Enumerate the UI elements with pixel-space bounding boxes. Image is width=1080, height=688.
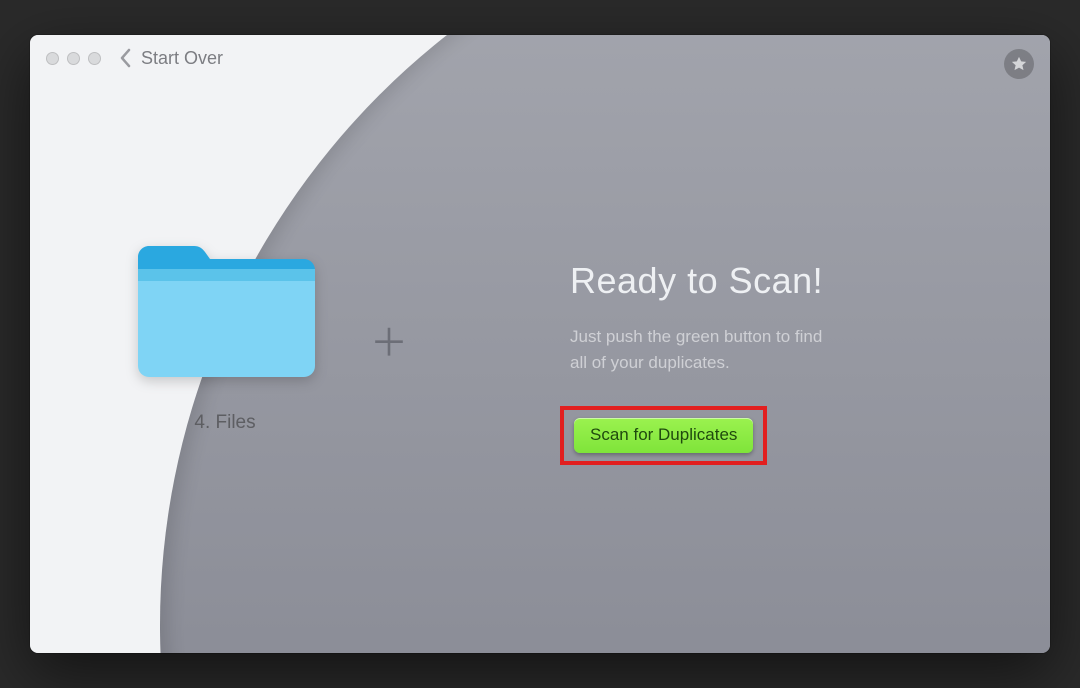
selected-folder-label: 4. Files — [120, 412, 330, 434]
app-window: Start Over 4. Files ＋ Ready to Scan! Jus… — [30, 35, 1050, 653]
folder-icon — [130, 235, 320, 390]
subtext-line-1: Just push the green button to find — [570, 327, 822, 346]
titlebar: Start Over — [30, 35, 1050, 81]
window-minimize-button[interactable] — [67, 52, 80, 65]
favorite-button[interactable] — [1004, 49, 1034, 79]
star-icon — [1010, 55, 1028, 73]
subtext: Just push the green button to find all o… — [570, 324, 823, 377]
back-button-label[interactable]: Start Over — [141, 48, 223, 69]
plus-icon: ＋ — [370, 323, 408, 365]
scan-for-duplicates-button[interactable]: Scan for Duplicates — [574, 418, 753, 453]
chevron-left-icon[interactable] — [119, 48, 133, 68]
selected-folder[interactable]: 4. Files — [120, 235, 330, 434]
scan-button-highlight: Scan for Duplicates — [560, 406, 767, 465]
add-folder-button[interactable]: ＋ — [370, 325, 408, 363]
headline-text: Ready to Scan! — [570, 260, 823, 302]
window-zoom-button[interactable] — [88, 52, 101, 65]
window-controls — [46, 52, 101, 65]
scan-prompt-panel: Ready to Scan! Just push the green butto… — [570, 260, 823, 377]
subtext-line-2: all of your duplicates. — [570, 353, 730, 372]
window-close-button[interactable] — [46, 52, 59, 65]
